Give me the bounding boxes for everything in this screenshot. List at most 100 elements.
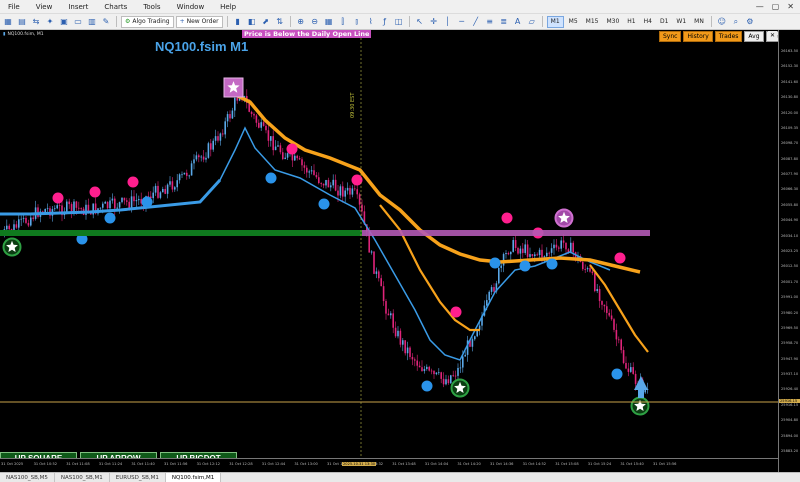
tab-eurusd-m1[interactable]: EURUSD_SB,M1 xyxy=(110,473,166,482)
trendline-icon[interactable]: ╱ xyxy=(470,16,482,28)
indicators-icon[interactable]: ƒ xyxy=(379,16,391,28)
candle-body xyxy=(325,179,327,186)
tf-h4[interactable]: H4 xyxy=(641,16,655,28)
zoom-in-icon[interactable]: ⊕ xyxy=(295,16,307,28)
candle-body xyxy=(75,201,78,208)
candle-body xyxy=(433,370,435,375)
candle-body xyxy=(236,97,238,101)
tf-m5[interactable]: M5 xyxy=(566,16,581,28)
candles-layer xyxy=(1,89,649,398)
tf-m1[interactable]: M1 xyxy=(546,15,564,28)
candle-body xyxy=(500,265,502,268)
price-axis[interactable]: 26163.50 26152.30 26141.60 26130.80 26120.00… xyxy=(778,30,800,472)
candle-body xyxy=(181,174,183,176)
market-watch-icon[interactable]: ⇆ xyxy=(30,16,42,28)
crosshair-tool-icon[interactable]: ✛ xyxy=(428,16,440,28)
candle-body xyxy=(306,167,308,173)
candle-body xyxy=(543,256,546,258)
text-tool-icon[interactable]: A xyxy=(512,16,524,28)
search-icon[interactable]: ⌕ xyxy=(730,16,742,28)
candle-body xyxy=(596,289,598,292)
horizontal-line-icon[interactable]: ─ xyxy=(456,16,468,28)
cursor-icon[interactable]: ↖ xyxy=(414,16,426,28)
menu-insert[interactable]: Insert xyxy=(60,3,96,11)
tf-m15[interactable]: M15 xyxy=(583,16,602,28)
close-window-button[interactable]: ✕ xyxy=(787,2,794,11)
avg-button[interactable]: Avg xyxy=(744,31,764,42)
trades-button[interactable]: Trades xyxy=(714,31,743,42)
chart-close-icon[interactable]: ✕ xyxy=(768,31,777,40)
new-chart-icon[interactable]: ▦ xyxy=(2,16,14,28)
tab-nas100-m1[interactable]: NAS100_SB,M1 xyxy=(55,473,110,482)
new-order-button[interactable]: + New Order xyxy=(175,15,223,28)
market-depth-icon[interactable]: ▮ xyxy=(232,16,244,28)
candle-body xyxy=(555,244,558,248)
user-icon[interactable]: ☺ xyxy=(716,16,728,28)
signals-icon[interactable]: ◧ xyxy=(246,16,258,28)
bar-chart-icon[interactable]: ⫿ xyxy=(337,16,349,28)
candle-body xyxy=(514,240,517,248)
shapes-icon[interactable]: ▱ xyxy=(526,16,538,28)
candle-body xyxy=(159,192,162,198)
tester-icon[interactable]: ▥ xyxy=(86,16,98,28)
settings-icon[interactable]: ⚙ xyxy=(744,16,756,28)
vertical-line-icon[interactable]: │ xyxy=(442,16,454,28)
profiles-icon[interactable]: ▤ xyxy=(16,16,28,28)
tab-nas100-m5[interactable]: NAS100_SB,M5 xyxy=(0,473,55,482)
tf-mn[interactable]: MN xyxy=(691,16,707,28)
candlestick-icon[interactable]: ⫾ xyxy=(351,16,363,28)
line-chart-icon[interactable]: ⌇ xyxy=(365,16,377,28)
price-tick-label: 26087.80 xyxy=(781,156,799,161)
tf-m30[interactable]: M30 xyxy=(603,16,622,28)
zoom-out-icon[interactable]: ⊖ xyxy=(309,16,321,28)
time-axis[interactable]: 31 Oct 2025 31 Oct 10:52 31 Oct 11:08 31 Oc… xyxy=(0,458,778,472)
candle-body xyxy=(152,192,154,199)
menu-window[interactable]: Window xyxy=(169,3,213,11)
candle-body xyxy=(135,200,138,202)
candle-body xyxy=(404,340,406,354)
candle-body xyxy=(121,197,123,203)
crosshair-icon[interactable]: ⇅ xyxy=(274,16,286,28)
data-window-icon[interactable]: ▣ xyxy=(58,16,70,28)
price-tick-label: 26023.25 xyxy=(781,249,799,253)
tile-windows-icon[interactable]: ▦ xyxy=(323,16,335,28)
chart-canvas[interactable]: ▮ NQ100.fsim, M1 Price is Below the Dail… xyxy=(0,30,778,472)
menu-help[interactable]: Help xyxy=(212,3,244,11)
menu-view[interactable]: View xyxy=(28,3,61,11)
candle-body xyxy=(337,190,339,196)
templates-icon[interactable]: ◫ xyxy=(393,16,405,28)
time-tick-label: 31 Oct 11:08 xyxy=(66,462,90,466)
price-tick-label: 25916.15 xyxy=(781,402,799,407)
candle-body xyxy=(106,201,109,209)
candle-body xyxy=(193,159,195,164)
tf-w1[interactable]: W1 xyxy=(673,16,689,28)
candle-body xyxy=(73,201,75,212)
tf-d1[interactable]: D1 xyxy=(657,16,671,28)
fibonacci-icon[interactable]: ≣ xyxy=(498,16,510,28)
candle-body xyxy=(373,251,375,274)
candle-body xyxy=(80,208,82,210)
history-button[interactable]: History xyxy=(683,31,713,42)
candle-body xyxy=(78,207,80,209)
menu-charts[interactable]: Charts xyxy=(96,3,135,11)
minimize-button[interactable]: — xyxy=(756,2,764,11)
channel-icon[interactable]: ≡ xyxy=(484,16,496,28)
sync-button[interactable]: Sync xyxy=(659,31,682,42)
trade-icon[interactable]: ⬈ xyxy=(260,16,272,28)
candle-body xyxy=(354,188,356,190)
terminal-icon[interactable]: ▭ xyxy=(72,16,84,28)
time-tick-label: 31 Oct 15:08 xyxy=(555,462,579,466)
tab-nq100-m1[interactable]: NQ100.fsim,M1 xyxy=(165,473,222,482)
navigator-icon[interactable]: ✦ xyxy=(44,16,56,28)
menu-file[interactable]: File xyxy=(0,3,28,11)
tf-h1[interactable]: H1 xyxy=(624,16,638,28)
candle-body xyxy=(109,200,111,209)
editor-icon[interactable]: ✎ xyxy=(100,16,112,28)
candle-body xyxy=(114,198,116,209)
maximize-button[interactable]: ▢ xyxy=(772,2,780,11)
algo-trading-button[interactable]: ⚙ Algo Trading xyxy=(121,15,174,28)
menu-tools[interactable]: Tools xyxy=(135,3,168,11)
toolbar-separator xyxy=(116,16,117,27)
toolbar-separator xyxy=(541,16,543,27)
candle-body xyxy=(30,217,32,226)
